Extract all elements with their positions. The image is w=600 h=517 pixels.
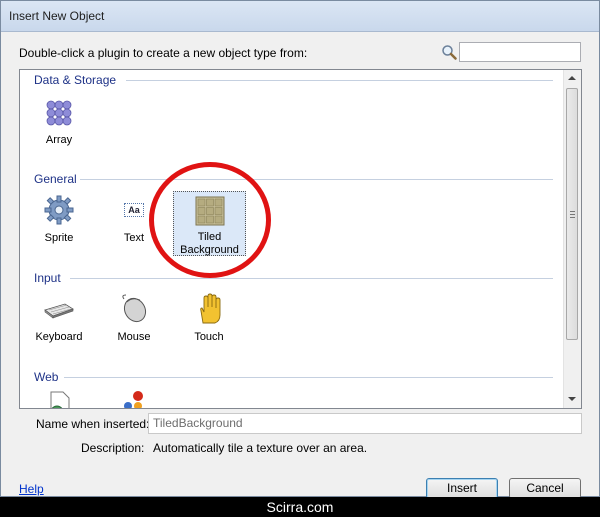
insert-button[interactable]: Insert bbox=[426, 478, 498, 499]
plugin-item-text[interactable]: Aa Text bbox=[98, 194, 170, 245]
keyboard-icon bbox=[43, 293, 75, 325]
text-icon: Aa bbox=[118, 194, 150, 226]
plugin-item-mouse[interactable]: Mouse bbox=[98, 293, 170, 344]
footer-caption: Scirra.com bbox=[0, 497, 600, 517]
group-divider bbox=[64, 377, 553, 378]
description-text: Automatically tile a texture over an are… bbox=[153, 441, 368, 455]
plugin-label: Mouse bbox=[117, 331, 151, 343]
plugin-item-web-2[interactable] bbox=[98, 390, 170, 408]
group-divider bbox=[126, 80, 553, 81]
plugin-item-array[interactable]: Array bbox=[23, 96, 95, 147]
group-header-general: General bbox=[34, 172, 77, 186]
group-divider bbox=[80, 179, 553, 180]
plugin-label: Sprite bbox=[44, 232, 74, 244]
scroll-thumb[interactable] bbox=[566, 88, 578, 340]
search-icon bbox=[441, 44, 457, 60]
web-document-icon bbox=[43, 390, 75, 408]
mouse-icon bbox=[118, 293, 150, 325]
insert-object-dialog: Insert New Object Double-click a plugin … bbox=[0, 0, 600, 499]
plugin-item-web-1[interactable] bbox=[23, 390, 95, 408]
array-icon bbox=[43, 96, 75, 128]
scroll-up-arrow-icon[interactable] bbox=[568, 76, 576, 80]
group-header-data-storage: Data & Storage bbox=[34, 73, 117, 87]
plugin-item-touch[interactable]: Touch bbox=[173, 293, 245, 344]
plugin-label: Tiled Background bbox=[180, 231, 239, 256]
plugin-label: Array bbox=[45, 134, 73, 146]
plugin-item-sprite[interactable]: Sprite bbox=[23, 194, 95, 245]
instruction-text: Double-click a plugin to create a new ob… bbox=[19, 46, 308, 60]
window-title: Insert New Object bbox=[9, 9, 105, 23]
title-bar: Insert New Object bbox=[1, 1, 599, 32]
plugin-list[interactable]: Data & Storage Array General Sprite Aa T… bbox=[19, 69, 582, 409]
web-browser-icon bbox=[118, 390, 150, 408]
help-link[interactable]: Help bbox=[19, 482, 44, 496]
group-divider bbox=[70, 278, 553, 279]
vertical-scrollbar[interactable] bbox=[563, 70, 581, 408]
group-header-web: Web bbox=[34, 370, 59, 384]
name-field-label: Name when inserted: bbox=[36, 417, 150, 431]
plugin-label: Keyboard bbox=[35, 331, 83, 343]
search-input[interactable] bbox=[459, 42, 581, 62]
cancel-button[interactable]: Cancel bbox=[509, 478, 581, 499]
plugin-label: Touch bbox=[194, 331, 224, 343]
group-header-input: Input bbox=[34, 271, 61, 285]
description-label: Description: bbox=[81, 441, 145, 455]
name-input[interactable]: TiledBackground bbox=[148, 413, 582, 434]
plugin-label: Text bbox=[123, 232, 145, 244]
plugin-item-keyboard[interactable]: Keyboard bbox=[23, 293, 95, 344]
gear-sprite-icon bbox=[43, 194, 75, 226]
tiled-background-icon bbox=[194, 195, 226, 227]
scroll-down-arrow-icon[interactable] bbox=[568, 397, 576, 401]
plugin-item-tiled-background[interactable]: Tiled Background bbox=[173, 191, 246, 256]
hand-touch-icon bbox=[193, 293, 225, 325]
